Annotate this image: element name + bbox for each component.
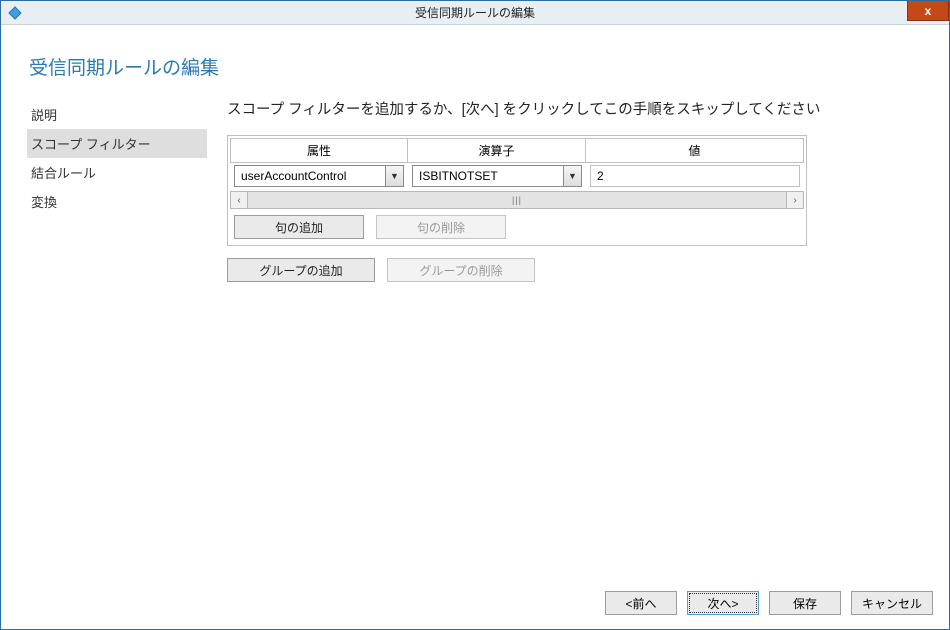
scroll-left-icon[interactable]: ‹ <box>230 191 248 209</box>
app-icon <box>7 5 23 21</box>
dialog-footer: <前へ 次へ> 保存 キャンセル <box>1 583 949 629</box>
column-header-value: 値 <box>586 138 804 163</box>
cancel-button[interactable]: キャンセル <box>851 591 933 615</box>
save-button[interactable]: 保存 <box>769 591 841 615</box>
clause-buttons: 句の追加 句の削除 <box>234 215 804 243</box>
chevron-down-icon: ▼ <box>385 166 403 186</box>
sidebar-item-description[interactable]: 説明 <box>27 100 207 129</box>
instruction-text: スコープ フィルターを追加するか、[次へ] をクリックしてこの手順をスキップして… <box>227 98 923 119</box>
titlebar: 受信同期ルールの編集 x <box>1 1 949 25</box>
column-header-operator: 演算子 <box>408 138 586 163</box>
next-button[interactable]: 次へ> <box>687 591 759 615</box>
attribute-combobox-value: userAccountControl <box>235 169 385 183</box>
filter-group-box: 属性 演算子 値 userAccountControl ▼ ISBITNOTSE… <box>227 135 807 246</box>
add-group-button[interactable]: グループの追加 <box>227 258 375 282</box>
content-area: スコープ フィルターを追加するか、[次へ] をクリックしてこの手順をスキップして… <box>227 98 923 571</box>
horizontal-scrollbar[interactable]: ‹ ||| › <box>230 191 804 209</box>
dialog-window: 受信同期ルールの編集 x 受信同期ルールの編集 説明 スコープ フィルター 結合… <box>0 0 950 630</box>
sidebar-item-join-rules[interactable]: 結合ルール <box>27 158 207 187</box>
window-title: 受信同期ルールの編集 <box>1 4 949 21</box>
close-button[interactable]: x <box>907 1 949 21</box>
back-button[interactable]: <前へ <box>605 591 677 615</box>
column-header-attribute: 属性 <box>230 138 408 163</box>
filter-row: userAccountControl ▼ ISBITNOTSET ▼ <box>230 165 804 187</box>
remove-clause-button[interactable]: 句の削除 <box>376 215 506 239</box>
sidebar-item-scope-filter[interactable]: スコープ フィルター <box>27 129 207 158</box>
scroll-right-icon[interactable]: › <box>786 191 804 209</box>
main-columns: 説明 スコープ フィルター 結合ルール 変換 スコープ フィルターを追加するか、… <box>27 98 923 571</box>
group-buttons: グループの追加 グループの削除 <box>227 258 923 282</box>
filter-header: 属性 演算子 値 <box>230 138 804 163</box>
chevron-down-icon: ▼ <box>563 166 581 186</box>
scroll-track[interactable]: ||| <box>248 191 786 209</box>
remove-group-button[interactable]: グループの削除 <box>387 258 535 282</box>
add-clause-button[interactable]: 句の追加 <box>234 215 364 239</box>
operator-combobox-value: ISBITNOTSET <box>413 169 563 183</box>
sidebar: 説明 スコープ フィルター 結合ルール 変換 <box>27 98 207 571</box>
page-heading: 受信同期ルールの編集 <box>29 53 923 80</box>
sidebar-item-transformations[interactable]: 変換 <box>27 187 207 216</box>
operator-combobox[interactable]: ISBITNOTSET ▼ <box>412 165 582 187</box>
attribute-combobox[interactable]: userAccountControl ▼ <box>234 165 404 187</box>
value-input[interactable] <box>590 165 800 187</box>
scroll-grip-icon: ||| <box>512 195 522 205</box>
dialog-body: 受信同期ルールの編集 説明 スコープ フィルター 結合ルール 変換 スコープ フ… <box>1 25 949 583</box>
